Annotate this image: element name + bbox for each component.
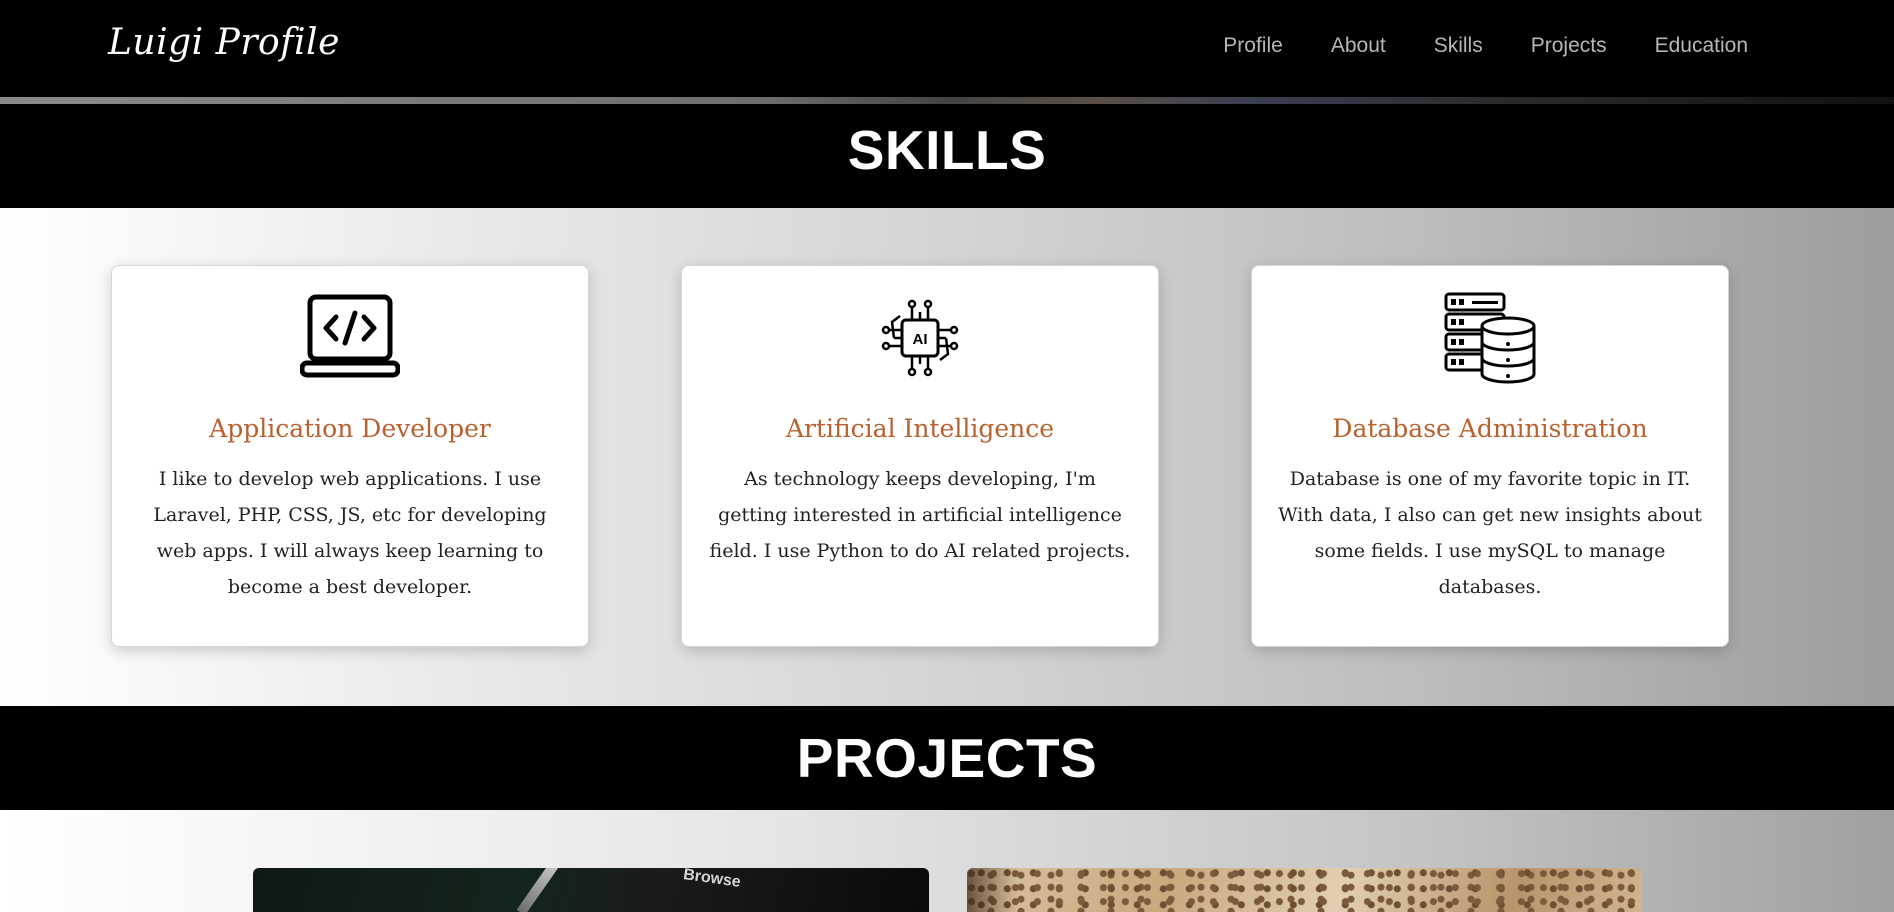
- projects-section: Browse: [0, 810, 1894, 912]
- navbar: Luigi Profile Profile About Skills Proje…: [0, 0, 1894, 97]
- skill-card-artificial-intelligence: AI Artificial Intelligence As technology…: [681, 265, 1159, 647]
- stylus-graphic: [516, 868, 560, 912]
- skills-heading: SKILLS: [0, 104, 1894, 208]
- skill-title: Artificial Intelligence: [785, 414, 1055, 443]
- nav-link-projects[interactable]: Projects: [1531, 34, 1607, 58]
- thumb-text: Browse: [682, 868, 742, 891]
- skill-description: Database is one of my favorite topic in …: [1278, 468, 1702, 598]
- nav-links: Profile About Skills Projects Education: [1223, 34, 1748, 58]
- nav-link-profile[interactable]: Profile: [1223, 34, 1283, 58]
- skill-description: As technology keeps developing, I'm gett…: [709, 468, 1131, 562]
- svg-text:AI: AI: [913, 331, 928, 348]
- laptop-code-icon: [112, 292, 588, 384]
- project-card-image[interactable]: Browse: [253, 868, 929, 912]
- skill-title: Database Administration: [1332, 414, 1648, 443]
- skill-description: I like to develop web applications. I us…: [153, 468, 547, 598]
- skill-card-database-administration: Database Administration Database is one …: [1251, 265, 1729, 647]
- database-server-icon: [1252, 292, 1728, 384]
- nav-link-education[interactable]: Education: [1655, 34, 1748, 58]
- ai-chip-icon: AI: [682, 292, 1158, 384]
- skill-card-application-developer: Application Developer I like to develop …: [111, 265, 589, 647]
- skills-section: Application Developer I like to develop …: [0, 208, 1894, 706]
- projects-heading: PROJECTS: [0, 706, 1894, 810]
- nav-link-about[interactable]: About: [1331, 34, 1386, 58]
- project-card-image[interactable]: [967, 868, 1642, 912]
- nav-link-skills[interactable]: Skills: [1434, 34, 1483, 58]
- skill-title: Application Developer: [209, 414, 491, 443]
- hero-image-strip: [0, 97, 1894, 104]
- thumb-shade: [967, 868, 1017, 912]
- brand-logo[interactable]: Luigi Profile: [108, 22, 340, 63]
